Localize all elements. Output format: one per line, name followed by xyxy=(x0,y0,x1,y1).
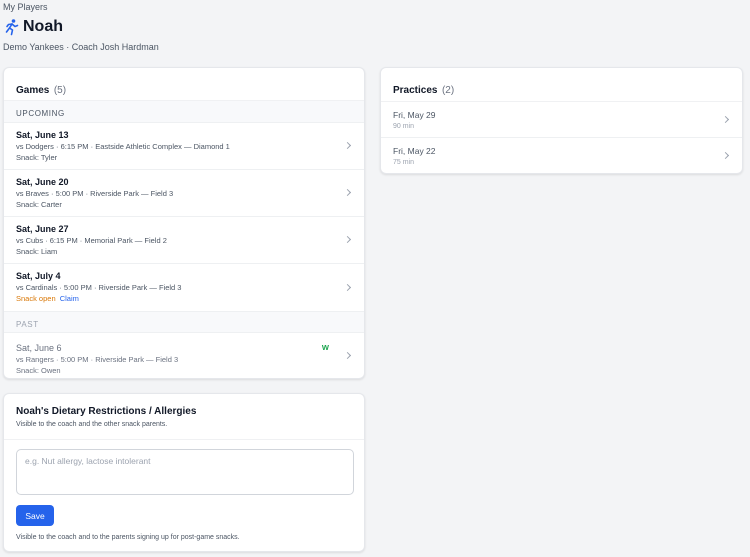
dietary-card-header: Noah's Dietary Restrictions / Allergies … xyxy=(4,394,364,440)
claim-snack-link[interactable]: Claim xyxy=(60,294,79,303)
dietary-title: Noah's Dietary Restrictions / Allergies xyxy=(16,406,197,417)
dietary-restrictions-input[interactable] xyxy=(16,449,354,495)
game-detail: vs Cubs · 6:15 PM · Memorial Park — Fiel… xyxy=(16,236,167,245)
game-date: Sat, June 6 xyxy=(16,343,62,353)
practices-title: Practices xyxy=(393,85,438,96)
practice-date: Fri, May 29 xyxy=(393,110,436,120)
game-detail: vs Braves · 5:00 PM · Riverside Park — F… xyxy=(16,189,174,198)
game-snack: Snack: Liam xyxy=(16,247,58,256)
breadcrumb[interactable]: My Players xyxy=(3,2,48,12)
practice-date: Fri, May 22 xyxy=(393,146,436,156)
game-snack: Snack: Tyler xyxy=(16,153,58,162)
game-detail: vs Cardinals · 5:00 PM · Riverside Park … xyxy=(16,283,182,292)
game-detail: vs Dodgers · 6:15 PM · Eastside Athletic… xyxy=(16,142,230,151)
dietary-subtitle: Visible to the coach and the other snack… xyxy=(16,421,168,428)
practices-card: Practices (2) Fri, May 29 90 min Fri, Ma… xyxy=(380,67,743,174)
game-row[interactable]: Sat, June 27 vs Cubs · 6:15 PM · Memoria… xyxy=(4,217,364,264)
games-title: Games xyxy=(16,85,50,96)
game-snack: Snack: Carter xyxy=(16,200,62,209)
game-date: Sat, June 20 xyxy=(16,177,69,187)
game-row[interactable]: Sat, June 6 vs Rangers · 5:00 PM · River… xyxy=(4,333,364,378)
games-card: Games (5) UPCOMING Sat, June 13 vs Dodge… xyxy=(3,67,365,379)
dietary-footnote: Visible to the coach and to the parents … xyxy=(16,534,240,541)
game-detail: vs Rangers · 5:00 PM · Riverside Park — … xyxy=(16,355,179,364)
game-date: Sat, June 27 xyxy=(16,224,69,234)
practice-row[interactable]: Fri, May 29 90 min xyxy=(381,102,742,138)
practices-card-header: Practices (2) xyxy=(381,68,742,102)
snack-open-label: Snack open xyxy=(16,294,56,303)
team-coach-line: Demo Yankees · Coach Josh Hardman xyxy=(3,42,159,52)
runner-icon xyxy=(3,18,19,36)
practice-row[interactable]: Fri, May 22 75 min xyxy=(381,138,742,173)
practice-duration: 90 min xyxy=(393,123,415,130)
game-snack: Snack open Claim xyxy=(16,293,352,304)
game-date: Sat, July 4 xyxy=(16,271,61,281)
page: My Players Noah Demo Yankees · Coach Jos… xyxy=(0,0,750,557)
page-title: Noah xyxy=(23,18,63,35)
dietary-card: Noah's Dietary Restrictions / Allergies … xyxy=(3,393,365,552)
games-count: (5) xyxy=(53,85,67,96)
game-date: Sat, June 13 xyxy=(16,130,69,140)
games-card-header: Games (5) xyxy=(4,68,364,101)
practice-duration: 75 min xyxy=(393,159,415,166)
game-row[interactable]: Sat, July 4 vs Cardinals · 5:00 PM · Riv… xyxy=(4,264,364,311)
practices-count: (2) xyxy=(441,85,455,96)
game-row[interactable]: Sat, June 13 vs Dodgers · 6:15 PM · East… xyxy=(4,123,364,170)
section-label-past: PAST xyxy=(4,311,364,333)
page-header: Noah xyxy=(3,18,63,36)
game-row[interactable]: Sat, June 20 vs Braves · 5:00 PM · River… xyxy=(4,170,364,217)
result-badge: W xyxy=(321,343,329,352)
game-snack: Snack: Owen xyxy=(16,366,61,375)
save-button[interactable]: Save xyxy=(16,505,54,526)
section-label-upcoming: UPCOMING xyxy=(4,101,364,123)
